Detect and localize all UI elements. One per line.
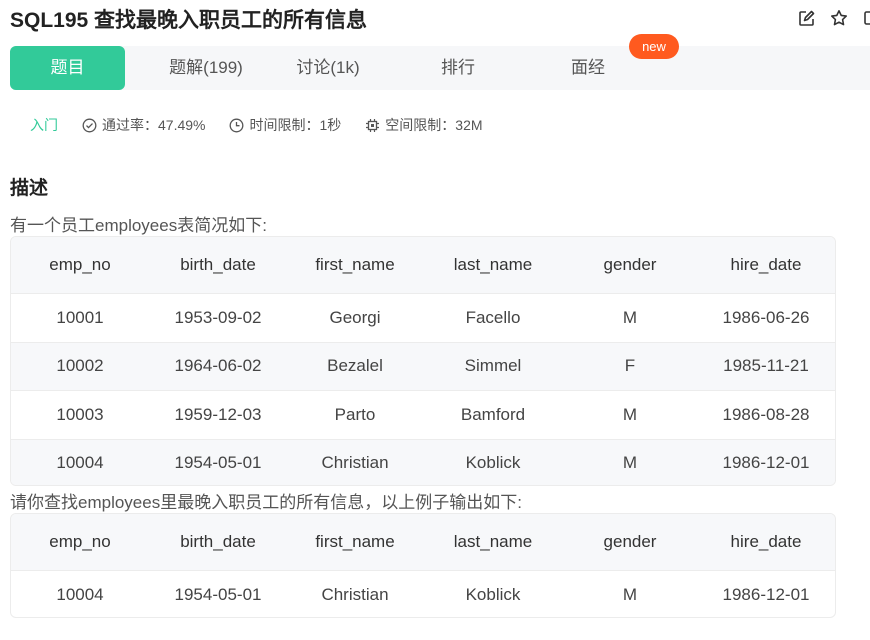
table-cell-emp-no: 10003 bbox=[56, 404, 104, 424]
time-limit-text: 时间限制：1秒 bbox=[249, 117, 342, 133]
tab-bar: 题目 题解(199) 讨论(1k) 排行 面经 bbox=[10, 46, 870, 90]
edit-icon[interactable] bbox=[796, 8, 816, 28]
problem-meta: 入门 通过率：47.49% 时间限制：1秒 空间限制：32M bbox=[30, 114, 507, 136]
description-request: 请你查找employees里最晚入职员工的所有信息，以上例子输出如下: bbox=[10, 493, 522, 512]
table-cell-gender: F bbox=[624, 356, 636, 376]
time-limit: 时间限制：1秒 bbox=[229, 115, 341, 135]
title-row: SQL195 查找最晚入职员工的所有信息 bbox=[10, 6, 367, 32]
pass-rate-text: 通过率：47.49% bbox=[102, 117, 206, 133]
table-cell-last-name: Koblick bbox=[465, 584, 521, 604]
column-header-birth-date: birth_date bbox=[180, 255, 256, 274]
table-cell-first-name: Georgi bbox=[329, 307, 381, 327]
column-header-birth-date: birth_date bbox=[180, 532, 256, 551]
column-header-gender: gender bbox=[603, 255, 657, 274]
table-cell-first-name: Bezalel bbox=[327, 356, 383, 376]
chip-icon bbox=[366, 118, 380, 132]
tab-problem[interactable]: 题目 bbox=[10, 46, 125, 90]
description-intro: 有一个员工employees表简况如下: bbox=[10, 216, 267, 235]
column-header-first-name: first_name bbox=[315, 255, 395, 274]
table-cell-emp-no: 10001 bbox=[56, 307, 104, 327]
table-row: 10002 1964-06-02 Bezalel Simmel F 1985-11-21 bbox=[11, 341, 835, 390]
panel-icon[interactable] bbox=[862, 8, 870, 28]
column-header-first-name: first_name bbox=[315, 532, 395, 551]
new-badge: new bbox=[629, 34, 679, 59]
table-cell-hire-date: 1985-11-21 bbox=[723, 356, 809, 376]
table-header-row: emp_no birth_date first_name last_name gende… bbox=[11, 237, 835, 293]
column-header-gender: gender bbox=[603, 532, 657, 551]
space-limit-text: 空间限制：32M bbox=[385, 117, 483, 133]
table-cell-first-name: Christian bbox=[321, 584, 389, 604]
difficulty-level: 入门 bbox=[30, 117, 58, 133]
title-actions bbox=[796, 8, 870, 28]
table-cell-hire-date: 1986-12-01 bbox=[722, 584, 810, 604]
table-header-row: emp_no birth_date first_name last_name gende… bbox=[11, 514, 835, 570]
employees-table: emp_no birth_date first_name last_name gende… bbox=[10, 236, 836, 486]
output-table: emp_no birth_date first_name last_name gende… bbox=[10, 513, 836, 618]
table-cell-last-name: Facello bbox=[465, 307, 521, 327]
pass-rate: 通过率：47.49% bbox=[82, 115, 205, 135]
table-cell-birth-date: 1959-12-03 bbox=[174, 404, 262, 424]
table-cell-emp-no: 10002 bbox=[56, 356, 104, 376]
table-cell-last-name: Koblick bbox=[465, 453, 521, 473]
description-heading: 描述 bbox=[10, 178, 49, 199]
table-cell-hire-date: 1986-08-28 bbox=[722, 404, 810, 424]
table-cell-emp-no: 10004 bbox=[56, 584, 104, 604]
table-cell-birth-date: 1954-05-01 bbox=[174, 584, 262, 604]
table-row: 10001 1953-09-02 Georgi Facello M 1986-06-26 bbox=[11, 293, 835, 342]
tab-discussion[interactable]: 讨论(1k) bbox=[278, 46, 378, 90]
column-header-hire-date: hire_date bbox=[730, 532, 802, 551]
table-cell-last-name: Bamford bbox=[460, 404, 526, 424]
column-header-emp-no: emp_no bbox=[49, 255, 111, 274]
table-cell-gender: M bbox=[622, 453, 638, 473]
space-limit: 空间限制：32M bbox=[365, 115, 483, 135]
table-cell-emp-no: 10004 bbox=[56, 453, 104, 473]
table-row: 10004 1954-05-01 Christian Koblick M 1986-12-… bbox=[11, 570, 835, 617]
table-cell-gender: M bbox=[622, 404, 638, 424]
table-cell-hire-date: 1986-12-01 bbox=[722, 453, 810, 473]
clock-icon bbox=[230, 118, 244, 132]
column-header-hire-date: hire_date bbox=[730, 255, 802, 274]
table-row: 10004 1954-05-01 Christian Koblick M 1986-12-… bbox=[11, 438, 835, 485]
table-cell-birth-date: 1953-09-02 bbox=[174, 307, 262, 327]
table-cell-first-name: Parto bbox=[334, 404, 376, 424]
column-header-last-name: last_name bbox=[453, 532, 533, 551]
table-cell-hire-date: 1986-06-26 bbox=[722, 307, 810, 327]
check-circle-icon bbox=[82, 118, 97, 132]
star-icon[interactable] bbox=[829, 8, 849, 28]
column-header-emp-no: emp_no bbox=[49, 532, 111, 551]
page-title: SQL195 查找最晚入职员工的所有信息 bbox=[10, 9, 368, 32]
table-cell-birth-date: 1954-05-01 bbox=[174, 453, 262, 473]
table-cell-last-name: Simmel bbox=[464, 356, 522, 376]
table-cell-birth-date: 1964-06-02 bbox=[174, 356, 262, 376]
table-row: 10003 1959-12-03 Parto Bamford M 1986-08-28 bbox=[11, 390, 835, 439]
table-cell-gender: M bbox=[622, 584, 638, 604]
table-cell-gender: M bbox=[622, 307, 638, 327]
table-cell-first-name: Christian bbox=[321, 453, 389, 473]
tab-ranking[interactable]: 排行 bbox=[418, 46, 498, 90]
column-header-last-name: last_name bbox=[453, 255, 533, 274]
tab-solutions[interactable]: 题解(199) bbox=[146, 46, 266, 90]
tab-interview[interactable]: 面经 bbox=[548, 46, 628, 90]
